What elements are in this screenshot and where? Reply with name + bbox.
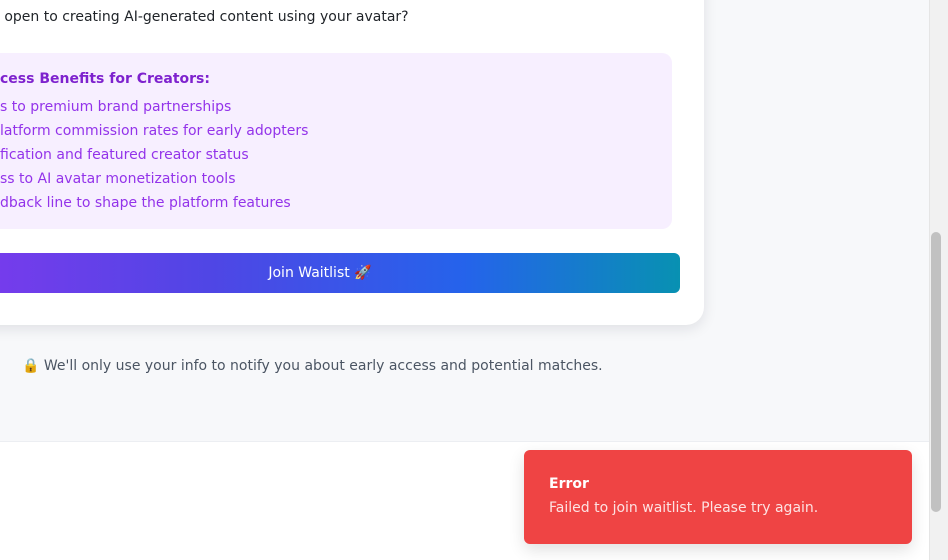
toast-title: Error <box>549 476 589 492</box>
benefit-item: fication and featured creator status <box>0 147 249 163</box>
benefit-item: latform commission rates for early adopt… <box>0 123 309 139</box>
error-toast[interactable]: Error Failed to join waitlist. Please tr… <box>524 450 912 544</box>
privacy-note: 🔒 We'll only use your info to notify you… <box>22 358 603 374</box>
join-waitlist-label: Join Waitlist 🚀 <box>268 265 372 281</box>
viewport: u open to creating AI-generated content … <box>0 0 948 560</box>
benefit-item: s to premium brand partnerships <box>0 99 232 115</box>
toast-message: Failed to join waitlist. Please try agai… <box>549 500 819 516</box>
avatar-content-question: u open to creating AI-generated content … <box>0 9 409 25</box>
benefit-item: ss to AI avatar monetization tools <box>0 171 236 187</box>
benefits-title: cess Benefits for Creators: <box>0 71 210 87</box>
join-waitlist-button[interactable]: Join Waitlist 🚀 <box>0 253 680 293</box>
benefit-item: dback line to shape the platform feature… <box>0 195 291 211</box>
scrollbar-thumb[interactable] <box>931 232 941 512</box>
